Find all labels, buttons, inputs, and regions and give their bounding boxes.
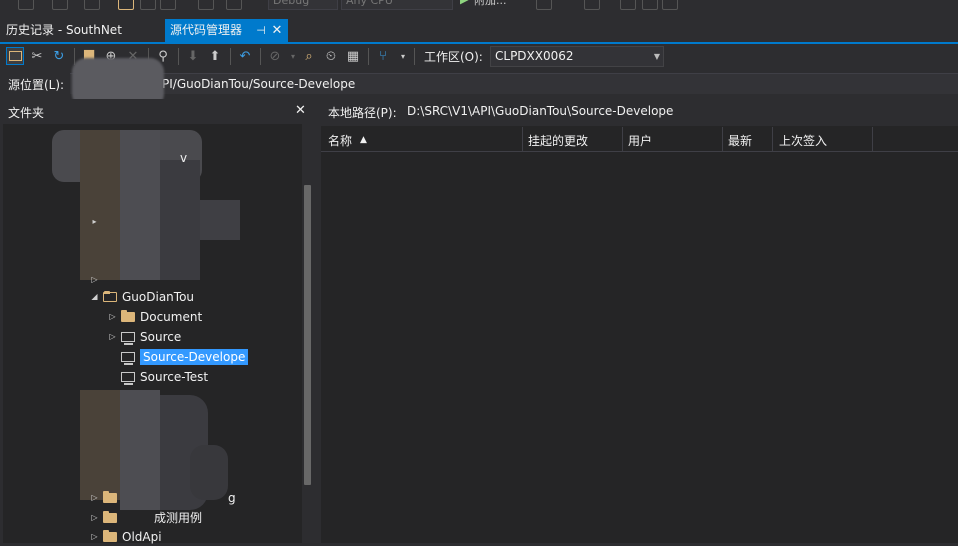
save-all-icon[interactable] (160, 0, 176, 10)
source-branch-icon (121, 372, 135, 385)
expand-icon[interactable]: ▷ (89, 509, 100, 527)
run-label[interactable]: 附加... (474, 0, 507, 8)
redaction-blur (120, 390, 160, 510)
tree-expander-fragment: ▸ (92, 217, 97, 226)
shelve-icon[interactable]: ▦ (344, 47, 362, 65)
tab-label: 源代码管理器 (170, 23, 243, 37)
expand-icon[interactable]: ▷ (89, 528, 100, 546)
tree-item-source-test[interactable]: Source-Test (107, 368, 208, 386)
branch-icon[interactable]: ⑂ (374, 47, 392, 65)
run-icon[interactable]: ▶ (460, 0, 468, 6)
folder-icon (103, 491, 117, 503)
tree-item-test-cases[interactable]: ▷ 成测用例 (89, 509, 202, 527)
open-folder-icon[interactable] (118, 0, 134, 10)
folder-pane-title: 文件夹 (8, 106, 45, 120)
undo-changes-icon[interactable]: ↶ (236, 47, 254, 65)
refresh-icon[interactable]: ↻ (50, 47, 68, 65)
redo-icon[interactable] (52, 0, 68, 10)
tree-item-fragment[interactable]: v (180, 149, 187, 167)
config-select[interactable]: Debug (268, 0, 338, 10)
platform-select[interactable]: Any CPU (341, 0, 453, 10)
navigate-back-icon[interactable] (198, 0, 214, 10)
source-location-input[interactable]: PI/GuoDianTou/Source-Develope (70, 73, 958, 94)
check-in-icon[interactable]: ⬆ (206, 47, 224, 65)
workspace-value: CLPDXX0062 (495, 49, 574, 63)
get-latest-icon[interactable]: ⬇ (184, 47, 202, 65)
folders-toggle-icon[interactable] (6, 47, 24, 65)
local-path-link[interactable]: D:\SRC\V1\API\GuoDianTou\Source-Develope (407, 104, 673, 118)
close-icon[interactable]: ✕ (270, 19, 284, 42)
tree-item-document[interactable]: ▷ Document (107, 308, 202, 326)
folder-open-icon (103, 291, 117, 302)
source-branch-icon (121, 352, 135, 365)
column-header-name[interactable]: 名称 (328, 132, 352, 149)
source-location-value: PI/GuoDianTou/Source-Develope (162, 77, 356, 91)
expand-icon[interactable]: ▷ (89, 489, 100, 507)
column-header-user[interactable]: 用户 (628, 132, 652, 149)
redaction-blur (80, 390, 120, 500)
workspace-select[interactable]: CLPDXX0062 ▼ (490, 46, 664, 67)
redaction-blur (190, 445, 228, 500)
column-header-last-checkin[interactable]: 上次签入 (779, 132, 827, 149)
tree-item-oldapi[interactable]: ▷ OldApi (89, 528, 162, 546)
window-icon[interactable] (584, 0, 600, 10)
local-path-label: 本地路径(P): (328, 106, 397, 120)
expand-icon[interactable]: ▷ (107, 328, 118, 346)
compare-icon[interactable]: ⊘ (266, 47, 284, 65)
tree-item-source[interactable]: ▷ Source (107, 328, 181, 346)
format-icon[interactable] (662, 0, 678, 10)
chevron-down-icon[interactable]: ▼ (654, 47, 660, 66)
disconnect-icon[interactable]: ✂ (28, 47, 46, 65)
source-location-label: 源位置(L): (8, 78, 65, 92)
tree-item-guodiantou[interactable]: ◢ GuoDianTou (89, 288, 194, 306)
folder-pane-header (0, 99, 316, 123)
folder-icon (103, 530, 117, 542)
folder-icon (121, 310, 135, 322)
undo-icon[interactable] (18, 0, 34, 10)
tab-history[interactable]: 历史记录 - SouthNet (0, 19, 128, 42)
sort-ascending-icon: ▲ (360, 135, 367, 145)
annotate-icon[interactable]: ⌕ (300, 47, 318, 65)
new-item-icon[interactable] (84, 0, 100, 10)
folder-icon (103, 511, 117, 523)
items-list (321, 152, 958, 543)
bookmark-icon[interactable] (642, 0, 658, 10)
save-icon[interactable] (140, 0, 156, 10)
column-header-latest[interactable]: 最新 (728, 132, 752, 149)
close-icon[interactable]: ✕ (295, 103, 306, 118)
tree-item-source-develope[interactable]: Source-Develope (107, 348, 249, 366)
redaction-blur (160, 160, 200, 280)
redaction-blur (120, 130, 160, 280)
redaction-blur (80, 130, 120, 280)
expand-icon[interactable]: ▷ (107, 308, 118, 326)
history-icon[interactable]: ⏲ (322, 47, 340, 65)
main-toolbar: Debug Any CPU ▶ 附加... (0, 0, 958, 12)
collapse-icon[interactable]: ◢ (89, 288, 100, 306)
navigate-forward-icon[interactable] (226, 0, 242, 10)
tab-source-control-explorer[interactable]: 源代码管理器 ⊣ ✕ (165, 19, 288, 42)
source-branch-icon (121, 332, 135, 345)
find-icon[interactable] (536, 0, 552, 10)
document-tab-strip: 历史记录 - SouthNet 源代码管理器 ⊣ ✕ (0, 19, 958, 44)
column-header-pending-changes[interactable]: 挂起的更改 (528, 132, 588, 149)
tree-scrollbar-thumb[interactable] (304, 185, 311, 485)
layout-icon[interactable] (620, 0, 636, 10)
tree-item-fragment[interactable]: ▷ g (89, 489, 236, 507)
workspace-label: 工作区(O): (424, 50, 483, 64)
branch-dropdown-icon[interactable]: ▾ (394, 47, 412, 65)
redaction-blur (200, 200, 240, 240)
tree-expander-fragment: ▷ (91, 275, 98, 284)
pin-icon[interactable]: ⊣ (254, 19, 268, 42)
